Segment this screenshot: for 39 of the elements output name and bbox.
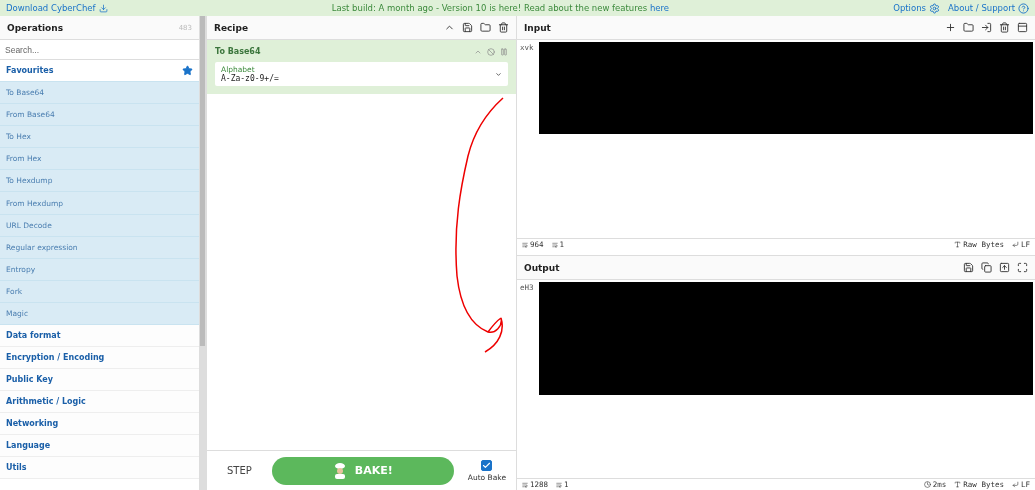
clock-icon bbox=[923, 481, 931, 488]
folder-icon[interactable] bbox=[480, 22, 491, 33]
trash-icon[interactable] bbox=[999, 22, 1010, 33]
help-icon bbox=[1018, 2, 1029, 14]
length-icon bbox=[522, 241, 528, 248]
notice-text: Last build: A month ago - Version 10 is here! Read about the new features here bbox=[331, 3, 670, 13]
operation-name: To Base64 bbox=[215, 47, 261, 56]
notice-link[interactable]: here bbox=[649, 3, 670, 13]
download-icon bbox=[98, 3, 108, 13]
check-icon bbox=[482, 460, 492, 470]
text-icon bbox=[954, 241, 962, 248]
save-icon[interactable] bbox=[963, 262, 974, 273]
replace-input-icon[interactable] bbox=[999, 262, 1010, 273]
operations-title: Operations bbox=[7, 22, 64, 33]
maximize-icon[interactable] bbox=[1017, 262, 1028, 273]
about-link[interactable]: About / Support bbox=[948, 2, 1029, 14]
copy-icon[interactable] bbox=[981, 262, 992, 273]
options-link[interactable]: Options bbox=[893, 2, 940, 14]
return-icon bbox=[1011, 241, 1019, 248]
lines-icon bbox=[551, 241, 558, 248]
import-icon[interactable] bbox=[981, 22, 992, 33]
settings-icon bbox=[929, 2, 940, 14]
length-icon bbox=[522, 481, 528, 488]
dropdown-icon bbox=[495, 70, 502, 78]
star-icon[interactable] bbox=[182, 65, 193, 76]
text-icon bbox=[954, 481, 962, 488]
return-icon bbox=[1011, 481, 1019, 488]
lines-icon bbox=[556, 481, 563, 488]
layout-icon[interactable] bbox=[1017, 22, 1028, 33]
save-icon[interactable] bbox=[462, 22, 473, 33]
chef-icon bbox=[332, 462, 347, 479]
output-title: Output bbox=[524, 262, 560, 273]
plus-icon[interactable] bbox=[945, 22, 956, 33]
download-link[interactable]: Download CyberChef bbox=[6, 3, 108, 13]
trash-icon[interactable] bbox=[498, 22, 509, 33]
recipe-title: Recipe bbox=[214, 22, 248, 33]
folder-icon[interactable] bbox=[963, 22, 974, 33]
step-button[interactable]: STEP bbox=[221, 464, 258, 477]
input-title: Input bbox=[524, 22, 551, 33]
